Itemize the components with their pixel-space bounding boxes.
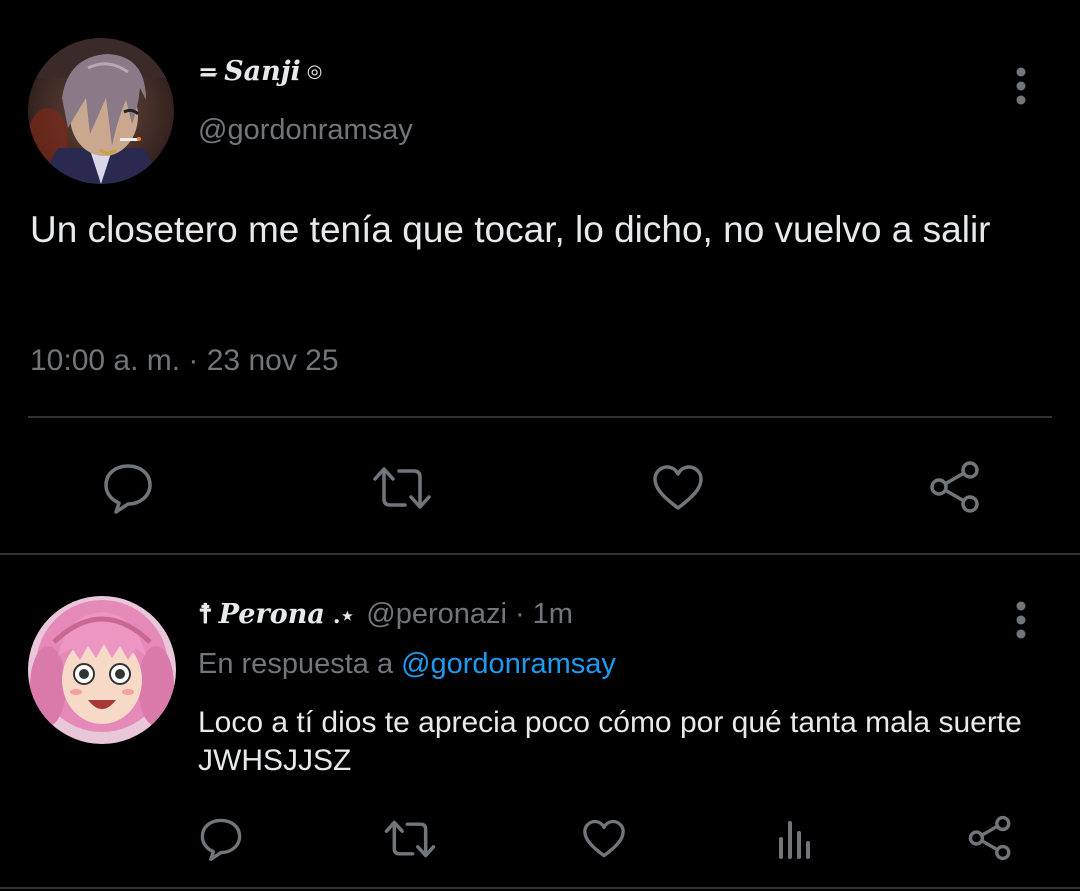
reply-header: ☨ Perona .⋆ @peronazi · 1m [198,598,573,631]
like-icon [583,819,625,858]
reply-text: Loco a tí dios te aprecia poco cómo por … [198,706,1022,777]
name-prefix-symbol: =̶ [198,57,219,86]
reply-button[interactable] [100,460,156,516]
more-vertical-icon [1016,67,1026,105]
like-icon [653,465,703,510]
reply-reply-button[interactable] [196,814,246,864]
reply-retweet-button[interactable] [380,814,440,864]
reply-share-button[interactable] [964,812,1016,864]
tweet-timestamp[interactable]: 10:00 a. m. · 23 nov 25 [30,344,339,378]
reply-like-button[interactable] [578,814,630,864]
reply-time[interactable]: 1m [533,598,573,631]
reply-icon [104,464,152,514]
reply-icon [200,818,242,861]
name-suffix-symbol: ◎ [306,61,323,82]
avatar-sanji-image [28,38,174,184]
reply-avatar[interactable] [28,596,176,744]
tweet-detail-page: =̶ Sanji ◎ @gordonramsay Un closetero me… [0,0,1080,891]
replying-to-label: En respuesta a [198,648,394,680]
stats-icon [779,821,810,859]
section-divider [0,553,1080,555]
like-button[interactable] [650,460,706,516]
more-options-button[interactable] [1001,66,1041,106]
author-name: Sanji [224,56,301,87]
retweet-icon [373,467,431,509]
bottom-divider [0,887,1080,889]
tweet-text: Un closetero me tenía que tocar, lo dich… [30,209,991,250]
avatar[interactable] [28,38,174,184]
reply-more-options-button[interactable] [1001,600,1041,640]
share-icon [930,461,979,513]
share-icon [968,815,1011,861]
share-button[interactable] [926,458,984,516]
divider [28,416,1052,418]
more-vertical-icon [1016,601,1026,639]
reply-author-name: Perona [218,599,325,630]
author-handle[interactable]: @gordonramsay [198,114,413,147]
retweet-icon [384,820,436,858]
reply-author-handle[interactable]: @peronazi [366,598,507,631]
replying-to-line: En respuesta a @gordonramsay [198,648,616,681]
avatar-perona-image [28,596,176,744]
reply-author-display-name[interactable]: ☨ Perona .⋆ [198,599,354,630]
reply-stats-button[interactable] [770,814,820,864]
name-suffix-symbol: .⋆ [332,603,355,629]
retweet-button[interactable] [370,460,434,516]
replying-to-mention-link[interactable]: @gordonramsay [401,648,616,680]
name-prefix-symbol: ☨ [198,599,213,630]
separator-dot: · [514,598,525,630]
author-display-name[interactable]: =̶ Sanji ◎ [198,56,322,87]
